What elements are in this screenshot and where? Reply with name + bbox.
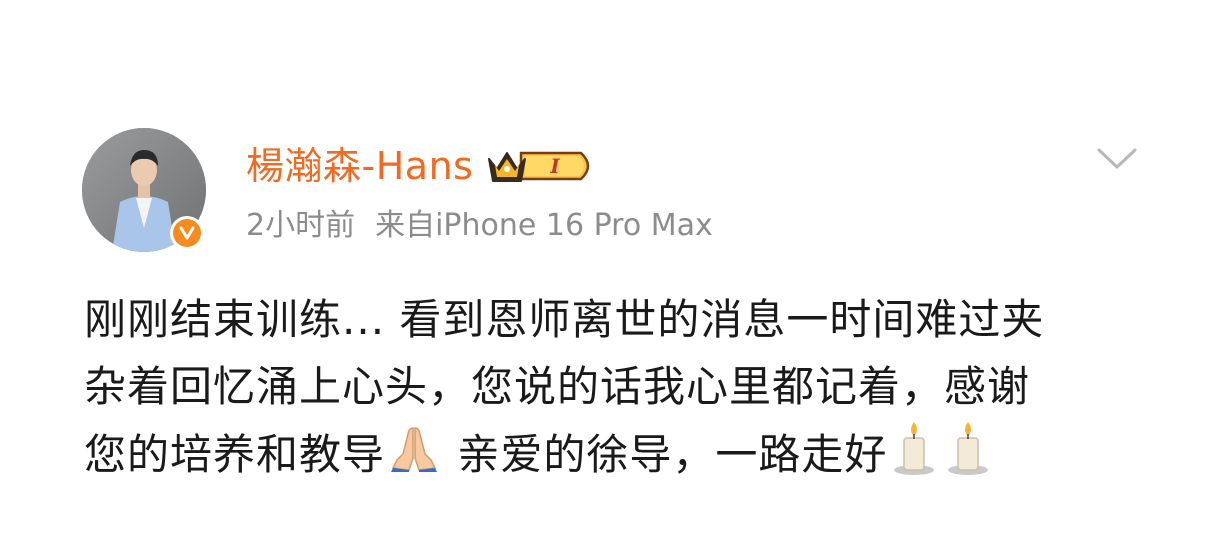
username-row: 楊瀚森-Hans I [246,140,597,192]
verified-v-icon [173,219,201,247]
candle-icon [891,420,937,495]
post-meta: 2小时前 来自iPhone 16 Pro Max [246,204,713,248]
content-line-3-text: 您的培养和教导 [84,430,386,479]
folded-hands-icon [389,424,439,491]
candle-icon [945,420,991,495]
chevron-down-icon[interactable] [1096,146,1138,172]
post-source: 来自iPhone 16 Pro Max [375,208,713,243]
vip-level-text: I [550,154,561,178]
content-line-3: 您的培养和教导 亲爱的徐导，一路走好 [84,420,1154,487]
username[interactable]: 楊瀚森-Hans [246,147,473,185]
crown-vip-icon[interactable]: I [485,145,597,187]
content-line-3-tail: 亲爱的徐导，一路走好 [457,430,888,479]
verified-badge [170,216,204,250]
weibo-post: 楊瀚森-Hans I 2小时前 来自iPhone 16 Pro Max 刚刚结束训… [0,0,1215,541]
post-time: 2小时前 [246,208,356,243]
content-line: 刚刚结束训练... 看到恩师离世的消息一时间难过夹 [84,295,1045,344]
content-line: 杂着回忆涌上心头，您说的话我心里都记着，感谢 [84,362,1031,411]
post-content: 刚刚结束训练... 看到恩师离世的消息一时间难过夹 杂着回忆涌上心头，您说的话我… [84,286,1154,487]
